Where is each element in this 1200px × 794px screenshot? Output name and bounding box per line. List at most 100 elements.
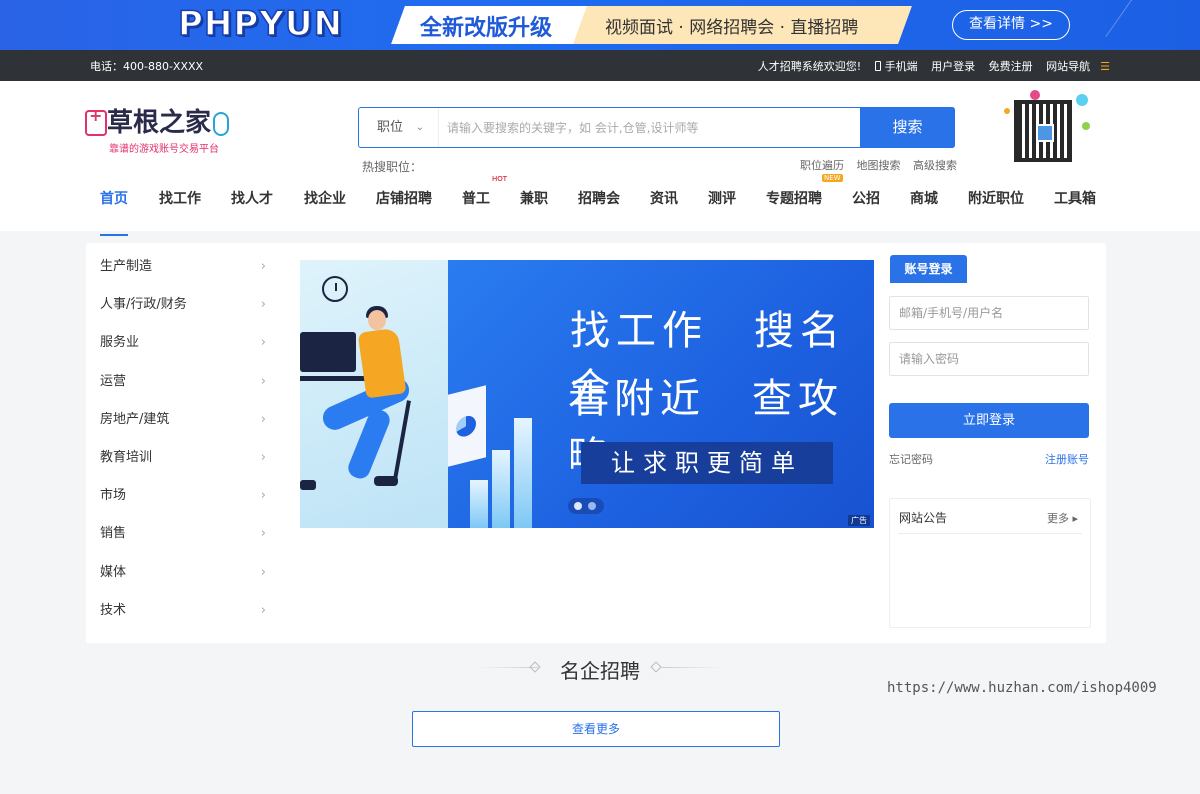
category-item[interactable]: 销售 › [86, 520, 276, 558]
qr-code-icon [1014, 100, 1072, 162]
chevron-right-icon: › [260, 373, 266, 389]
mobile-label: 手机端 [884, 59, 918, 73]
category-item[interactable]: 服务业 › [86, 329, 276, 367]
category-item[interactable]: 媒体 › [86, 559, 276, 597]
person-body [357, 327, 407, 399]
hot-search-label: 热搜职位： [362, 160, 423, 174]
nav-assessment[interactable]: 测评 [708, 188, 736, 228]
nav-news[interactable]: 资讯 [650, 188, 678, 228]
category-label: 人事/行政/财务 [100, 297, 187, 313]
hero-carousel[interactable]: 找工作 搜名企 看附近 查攻略 让求职更简单 广告 [300, 260, 874, 528]
chevron-right-icon: › [260, 564, 266, 580]
search-input[interactable] [447, 108, 857, 147]
map-search-link[interactable]: 地图搜索 [857, 159, 901, 172]
hero-slogan: 让求职更简单 [581, 442, 833, 484]
password-field[interactable] [889, 342, 1089, 376]
tab-account-login[interactable]: 账号登录 [890, 255, 967, 283]
site-nav-link[interactable]: 网站导航 ☰ [1046, 60, 1110, 73]
password-input[interactable] [890, 343, 1088, 375]
category-list: 生产制造 › 人事/行政/财务 › 服务业 › 运营 › 房地产/建筑 › 教育培训 › 市… [86, 253, 276, 635]
nav-general-worker-label: 普工 [462, 191, 490, 207]
nav-public-recruit[interactable]: 公招 [852, 188, 880, 228]
nav-toolbox[interactable]: 工具箱 [1054, 188, 1096, 228]
search-type-select[interactable]: 职位 ⌄ [359, 108, 439, 147]
chair-shape [393, 400, 411, 480]
carousel-indicator[interactable] [568, 498, 604, 514]
nav-find-job[interactable]: 找工作 [159, 188, 201, 228]
contact-phone: 电话：400-880-XXXX [90, 59, 204, 73]
category-label: 服务业 [100, 335, 140, 351]
main-nav: 首页 找工作 找人才 找企业 店铺招聘 普工 HOT 兼职 招聘会 资讯 测评 … [86, 174, 1116, 236]
mobile-link[interactable]: 手机端 [874, 59, 918, 73]
nav-special-recruit-label: 专题招聘 [766, 191, 822, 207]
nav-store-recruit[interactable]: 店铺招聘 [376, 188, 432, 228]
carousel-dot[interactable] [574, 502, 582, 510]
banner-decoration [1105, 0, 1195, 50]
shoe-shape [300, 480, 316, 490]
category-item[interactable]: 市场 › [86, 482, 276, 520]
login-button[interactable]: 立即登录 [889, 403, 1089, 438]
top-links: 人才招聘系统欢迎您! 手机端 用户登录 免费注册 网站导航 ☰ [748, 58, 1110, 74]
hot-badge: HOT [492, 175, 508, 183]
user-login-link[interactable]: 用户登录 [931, 60, 975, 73]
nav-home[interactable]: 首页 [100, 188, 128, 236]
top-bar: 电话：400-880-XXXX 人才招聘系统欢迎您! 手机端 用户登录 免费注册… [0, 50, 1200, 81]
category-label: 技术 [100, 602, 127, 618]
category-label: 销售 [100, 526, 127, 542]
notice-more-link[interactable]: 更多 ▸ [1047, 510, 1078, 526]
category-item[interactable]: 教育培训 › [86, 444, 276, 482]
job-browse-link[interactable]: 职位遍历 [800, 159, 844, 172]
advanced-search-link[interactable]: 高级搜索 [913, 159, 957, 172]
nav-special-recruit[interactable]: 专题招聘 NEW [766, 174, 843, 228]
chevron-right-icon: › [260, 526, 266, 542]
site-logo[interactable]: + 草根之家 靠谱的游戏账号交易平台 [85, 102, 235, 155]
chevron-right-icon: › [260, 449, 266, 465]
bar-decoration [492, 450, 510, 528]
ad-tag: 广告 [848, 515, 870, 526]
nav-job-fair[interactable]: 招聘会 [578, 188, 620, 228]
nav-mall[interactable]: 商城 [910, 188, 938, 228]
nav-nearby-jobs[interactable]: 附近职位 [968, 188, 1024, 228]
banner-features: 视频面试 · 网络招聘会 · 直播招聘 [605, 18, 859, 38]
logo-plus-icon: + [89, 106, 103, 125]
welcome-text: 人才招聘系统欢迎您! [757, 59, 862, 73]
search-links: 职位遍历 地图搜索 高级搜索 [791, 157, 957, 173]
nav-general-worker[interactable]: 普工 HOT [462, 175, 507, 228]
register-link[interactable]: 注册账号 [1045, 451, 1089, 467]
new-badge: NEW [822, 174, 843, 182]
decor-dot [1004, 108, 1010, 114]
phone-icon [874, 60, 881, 71]
search-button[interactable]: 搜索 [860, 107, 955, 148]
laptop-icon [300, 332, 356, 372]
nav-find-talent[interactable]: 找人才 [231, 188, 273, 228]
category-item[interactable]: 技术 › [86, 597, 276, 635]
category-item[interactable]: 人事/行政/财务 › [86, 291, 276, 329]
chevron-right-icon: › [260, 259, 266, 274]
pie-chart-icon [448, 385, 486, 467]
notice-box: 网站公告 更多 ▸ [889, 498, 1091, 628]
nav-part-time[interactable]: 兼职 [520, 188, 548, 228]
menu-icon: ☰ [1100, 59, 1110, 73]
top-promo-banner[interactable]: PHPYUN 全新改版升级 视频面试 · 网络招聘会 · 直播招聘 查看详情 >… [0, 0, 1200, 50]
view-more-button[interactable]: 查看更多 [412, 711, 780, 747]
category-label: 市场 [100, 488, 127, 504]
search-type-label: 职位 [377, 120, 404, 135]
carousel-dot[interactable] [588, 502, 596, 510]
banner-detail-button[interactable]: 查看详情 >> [952, 10, 1070, 40]
watermark: https://www.huzhan.com/ishop4009 [887, 680, 1157, 696]
category-label: 运营 [100, 373, 127, 389]
mouse-icon [213, 112, 229, 136]
chevron-down-icon: ⌄ [415, 122, 424, 133]
username-input[interactable] [890, 297, 1088, 329]
bar-decoration [514, 418, 532, 528]
banner-brand: PHPYUN [177, 3, 343, 45]
notice-more-label: 更多 [1046, 512, 1069, 525]
forgot-password-link[interactable]: 忘记密码 [889, 451, 933, 467]
category-item[interactable]: 生产制造 › [86, 253, 276, 291]
free-register-link[interactable]: 免费注册 [989, 60, 1033, 73]
category-item[interactable]: 房地产/建筑 › [86, 406, 276, 444]
username-field[interactable] [889, 296, 1089, 330]
main-panel: 生产制造 › 人事/行政/财务 › 服务业 › 运营 › 房地产/建筑 › 教育培训 › 市… [86, 243, 1106, 643]
nav-find-company[interactable]: 找企业 [304, 188, 346, 228]
category-item[interactable]: 运营 › [86, 368, 276, 406]
